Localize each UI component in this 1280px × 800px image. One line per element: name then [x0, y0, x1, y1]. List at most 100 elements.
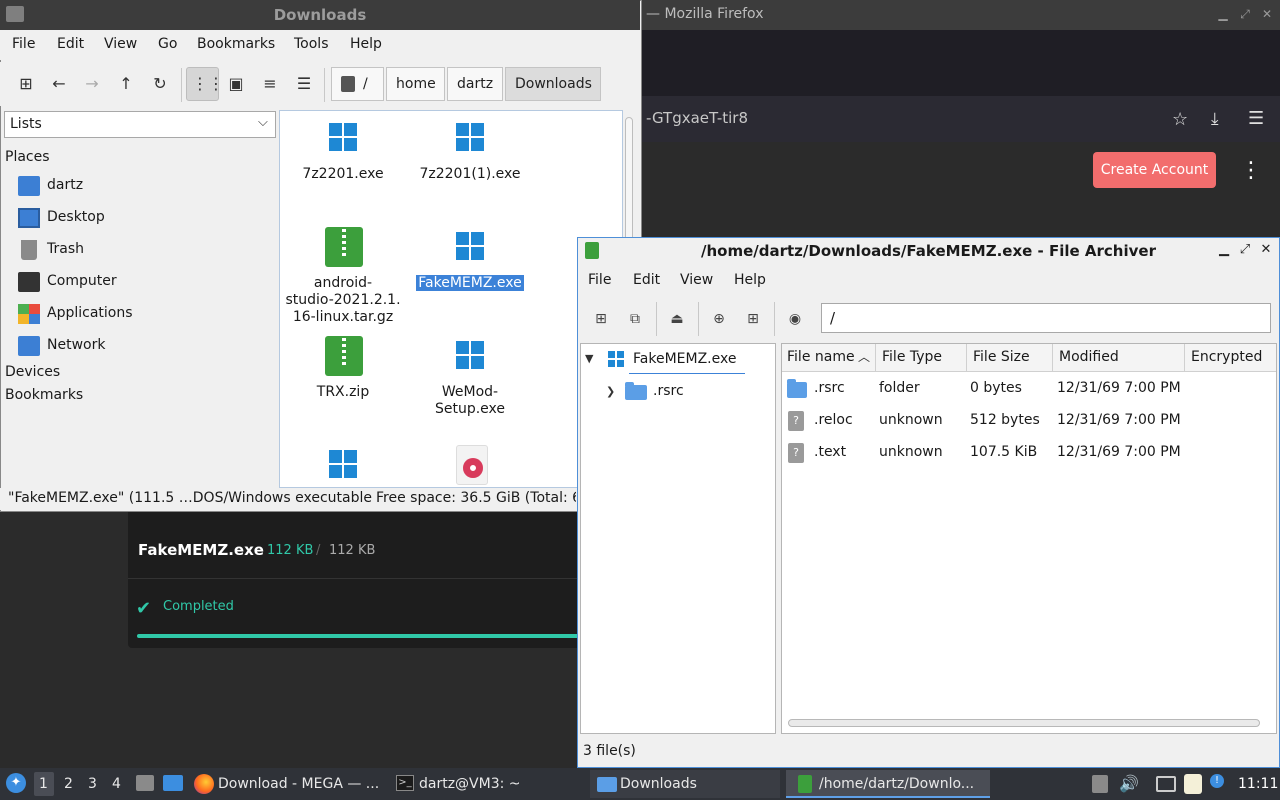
- workspace-2[interactable]: 2: [64, 776, 73, 792]
- file-item[interactable]: 7z2201(1).exe: [411, 118, 529, 183]
- downloads-icon[interactable]: ⤓: [1211, 109, 1219, 129]
- horizontal-scrollbar[interactable]: [788, 719, 1260, 727]
- start-menu-icon[interactable]: ✦: [6, 773, 26, 793]
- applications-icon: [18, 304, 40, 324]
- open-archive-icon[interactable]: ⧉: [625, 309, 645, 329]
- maximize-icon[interactable]: ⤢: [1237, 242, 1253, 258]
- file-item-selected[interactable]: FakeMEMZ.exe: [411, 227, 529, 292]
- reload-icon[interactable]: ↻: [150, 74, 170, 94]
- back-arrow-icon[interactable]: ←: [49, 74, 69, 94]
- column-file-size[interactable]: File Size: [973, 349, 1030, 365]
- breadcrumb-dartz[interactable]: dartz: [447, 67, 503, 101]
- file-item[interactable]: TRX.zip: [284, 336, 402, 401]
- column-separator[interactable]: [966, 344, 967, 372]
- places-header[interactable]: Places: [5, 149, 50, 165]
- breadcrumb-downloads[interactable]: Downloads: [505, 67, 601, 101]
- chevron-down-icon[interactable]: ▼: [585, 352, 593, 365]
- sidebar-item-dartz[interactable]: dartz: [18, 175, 268, 199]
- network-tray-icon[interactable]: [1156, 776, 1176, 792]
- column-separator[interactable]: [1052, 344, 1053, 372]
- archiver-icon: [798, 775, 812, 793]
- menu-help[interactable]: Help: [350, 36, 382, 52]
- sidebar-item-network[interactable]: Network: [18, 335, 268, 359]
- chevron-right-icon[interactable]: ❯: [606, 385, 615, 398]
- up-arrow-icon[interactable]: ↑: [116, 74, 136, 94]
- task-terminal[interactable]: dartz@VM3: ~: [419, 776, 521, 792]
- archive-path-input[interactable]: /: [821, 303, 1271, 333]
- sort-ascending-icon[interactable]: ︿: [858, 348, 870, 365]
- column-encrypted[interactable]: Encrypted: [1191, 349, 1262, 365]
- new-tab-icon[interactable]: ⊞: [16, 74, 36, 94]
- extract-icon[interactable]: ⏏: [667, 309, 687, 329]
- file-name: TRX.zip: [316, 384, 370, 400]
- sidebar-item-applications[interactable]: Applications: [18, 303, 268, 327]
- menu-view[interactable]: View: [104, 36, 137, 52]
- compact-view-icon[interactable]: ≡: [260, 74, 280, 94]
- chevron-down-icon[interactable]: ⌵: [258, 115, 268, 130]
- forward-arrow-icon[interactable]: →: [82, 74, 102, 94]
- workspace-3[interactable]: 3: [88, 776, 97, 792]
- file-item[interactable]: 7z2201.exe: [284, 118, 402, 183]
- url-text[interactable]: -GTgxaeT-tir8: [646, 109, 748, 127]
- hamburger-menu-icon[interactable]: ☰: [1248, 108, 1264, 129]
- task-downloads[interactable]: Downloads: [620, 776, 697, 792]
- task-archiver[interactable]: /home/dartz/Downlo...: [819, 776, 974, 792]
- breadcrumb-root[interactable]: /: [331, 67, 384, 101]
- devices-header[interactable]: Devices: [5, 364, 60, 380]
- column-separator[interactable]: [1184, 344, 1185, 372]
- table-row[interactable]: [782, 376, 1276, 402]
- menu-view[interactable]: View: [680, 272, 713, 288]
- menu-file[interactable]: File: [588, 272, 611, 288]
- bookmark-star-icon[interactable]: ☆: [1172, 109, 1188, 130]
- column-file-type[interactable]: File Type: [882, 349, 942, 365]
- bookmarks-header[interactable]: Bookmarks: [5, 387, 83, 403]
- workspace-4[interactable]: 4: [112, 776, 121, 792]
- file-item[interactable]: WeMod- Setup.exe: [411, 336, 529, 418]
- minimize-icon[interactable]: ▁: [1216, 242, 1232, 258]
- breadcrumb-home[interactable]: home: [386, 67, 445, 101]
- tree-selection-underline: [629, 373, 745, 374]
- desktop-launcher-icon[interactable]: [163, 775, 183, 791]
- list-view-icon[interactable]: ☰: [294, 74, 314, 94]
- file-item[interactable]: [284, 445, 402, 487]
- cell-modified: 12/31/69 7:00 PM: [1057, 412, 1181, 428]
- stop-icon[interactable]: ◉: [785, 309, 805, 329]
- maximize-icon[interactable]: ⤢: [1238, 7, 1252, 21]
- sidebar-item-trash[interactable]: Trash: [18, 239, 268, 263]
- menu-edit[interactable]: Edit: [633, 272, 660, 288]
- minimize-icon[interactable]: ▁: [1216, 7, 1230, 21]
- column-file-name[interactable]: File name: [787, 349, 855, 365]
- sidebar-item-desktop[interactable]: Desktop: [18, 207, 268, 231]
- task-firefox[interactable]: Download - MEGA — ...: [218, 776, 379, 792]
- menu-tools[interactable]: Tools: [294, 36, 329, 52]
- new-archive-icon[interactable]: ⊞: [591, 309, 611, 329]
- tree-item-root[interactable]: FakeMEMZ.exe: [633, 351, 736, 367]
- file-item[interactable]: [411, 445, 529, 487]
- volume-icon[interactable]: 🔊: [1119, 774, 1139, 793]
- notification-icon[interactable]: !: [1210, 774, 1224, 788]
- sidebar-mode-select[interactable]: Lists: [4, 111, 276, 138]
- sidebar-item-computer[interactable]: Computer: [18, 271, 268, 295]
- menu-help[interactable]: Help: [734, 272, 766, 288]
- file-item[interactable]: android- studio-2021.2.1. 16-linux.tar.g…: [284, 227, 402, 326]
- column-separator[interactable]: [875, 344, 876, 372]
- kebab-menu-icon[interactable]: ⋮: [1240, 158, 1262, 184]
- column-modified[interactable]: Modified: [1059, 349, 1119, 365]
- file-manager-launcher-icon[interactable]: [136, 775, 154, 791]
- menu-go[interactable]: Go: [158, 36, 177, 52]
- close-icon[interactable]: ✕: [1260, 7, 1274, 21]
- close-icon[interactable]: ✕: [1258, 242, 1274, 258]
- create-account-button[interactable]: Create Account: [1093, 152, 1216, 188]
- clipboard-icon[interactable]: [1184, 774, 1202, 794]
- menu-bookmarks[interactable]: Bookmarks: [197, 36, 275, 52]
- add-files-icon[interactable]: ⊕: [709, 309, 729, 329]
- workspace-1[interactable]: 1: [39, 776, 48, 792]
- clock[interactable]: 11:11: [1238, 776, 1278, 792]
- tray-updates-icon[interactable]: [1092, 775, 1108, 793]
- menu-file[interactable]: File: [12, 36, 35, 52]
- add-folder-icon[interactable]: ⊞: [743, 309, 763, 329]
- menu-edit[interactable]: Edit: [57, 36, 84, 52]
- tree-item-rsrc[interactable]: .rsrc: [653, 383, 684, 399]
- grid-view-icon[interactable]: ⋮⋮: [192, 74, 224, 94]
- thumbnail-view-icon[interactable]: ▣: [226, 74, 246, 94]
